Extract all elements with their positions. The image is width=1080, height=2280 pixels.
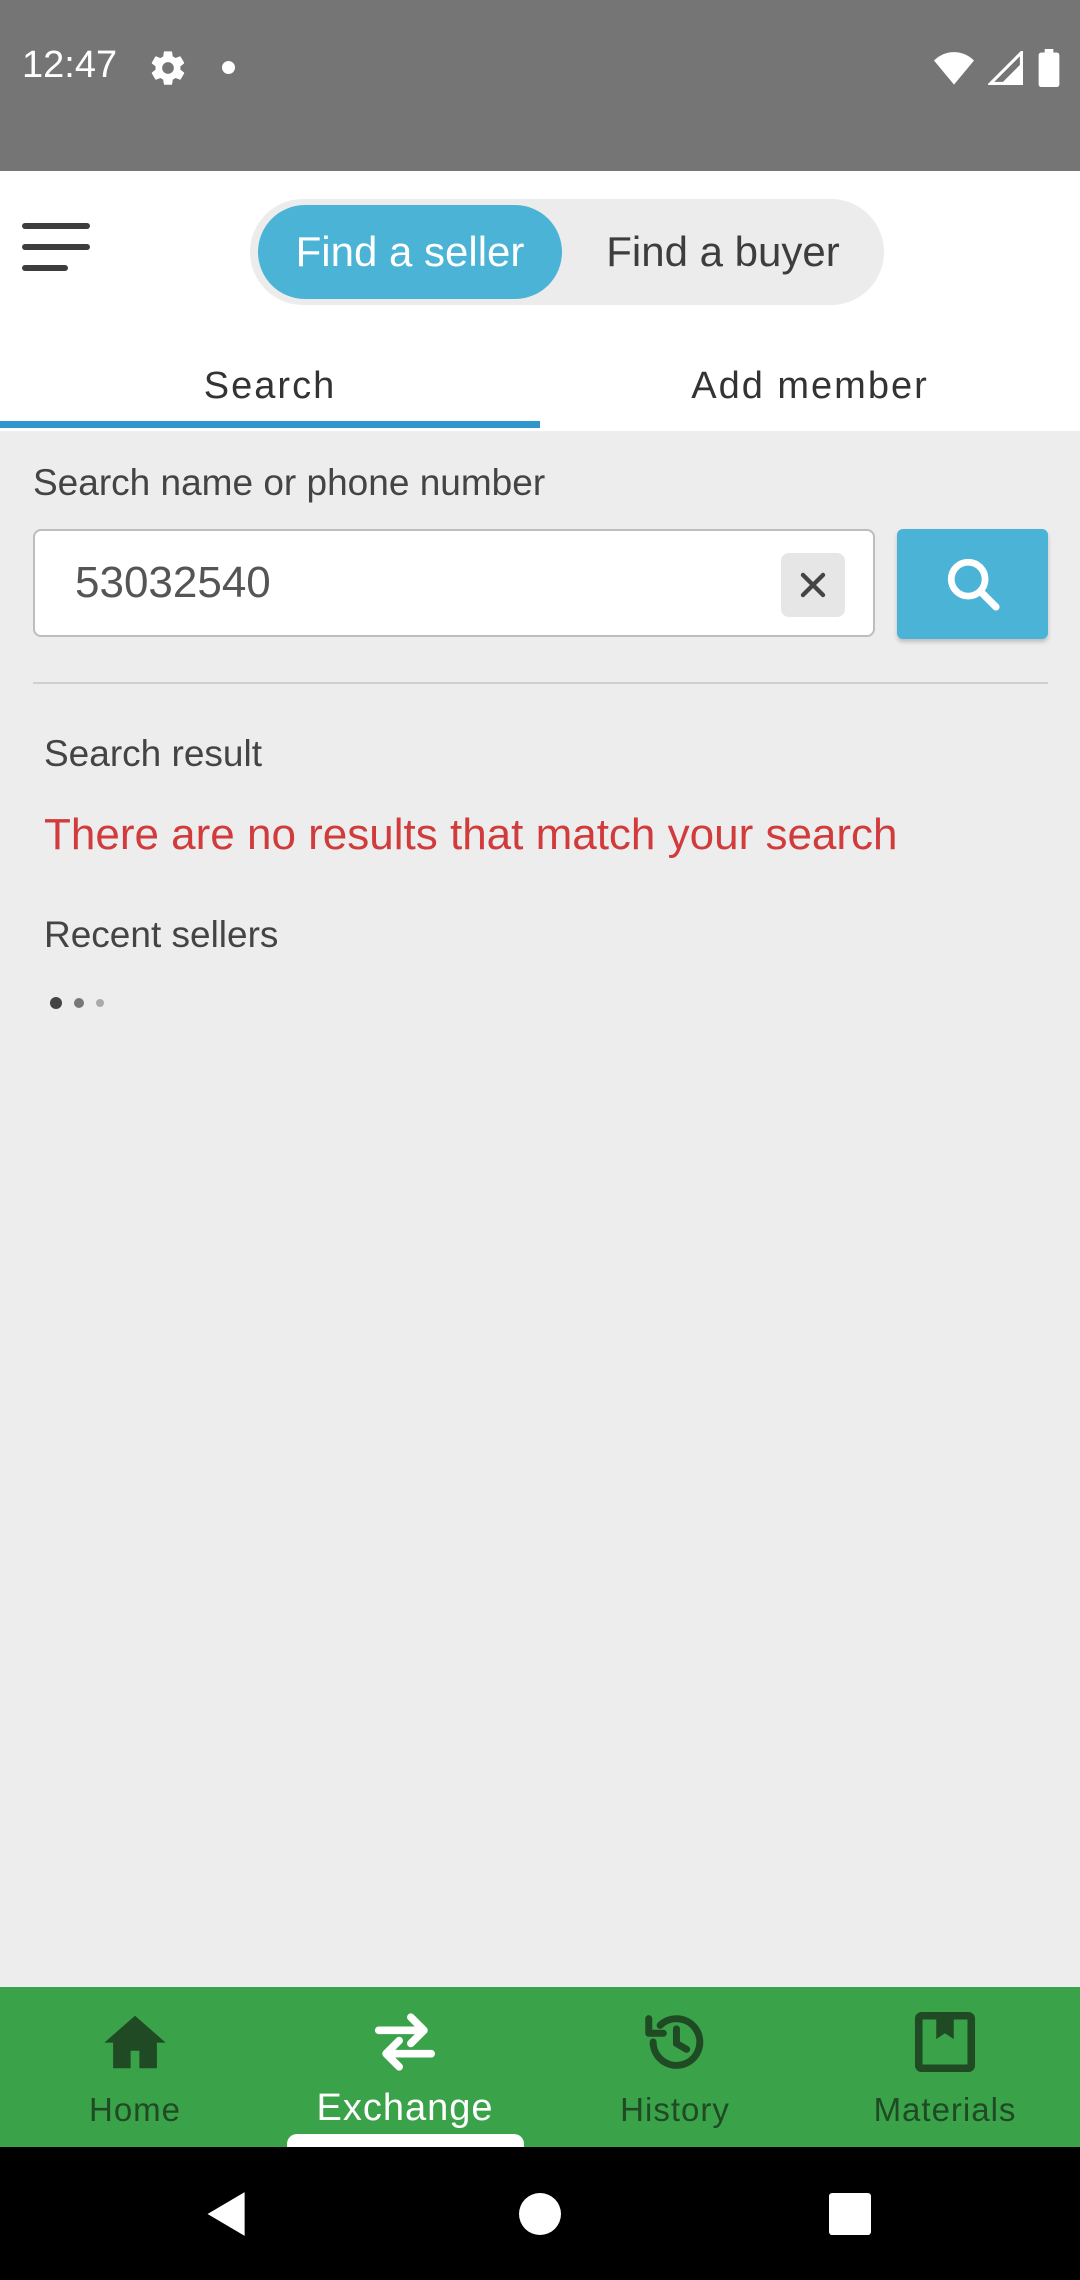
home-icon (104, 2015, 166, 2069)
nav-item-history[interactable]: History (540, 1987, 810, 2147)
nav-item-home[interactable]: Home (0, 1987, 270, 2147)
tab-bar: Search Add member (0, 342, 1080, 431)
hamburger-menu-icon[interactable] (22, 223, 92, 279)
seller-buyer-toggle: Find a seller Find a buyer (250, 199, 884, 305)
find-seller-button[interactable]: Find a seller (258, 205, 562, 299)
recent-sellers-heading: Recent sellers (44, 914, 279, 955)
materials-icon (914, 2011, 976, 2073)
search-button[interactable] (897, 529, 1048, 639)
status-bar: 12:47 (0, 0, 1080, 171)
back-icon (207, 2191, 245, 2236)
home-button[interactable] (495, 2147, 585, 2280)
search-input[interactable] (75, 531, 775, 635)
battery-icon (1038, 49, 1060, 87)
status-icons (934, 48, 1060, 88)
history-icon (645, 2015, 704, 2069)
exchange-icon (374, 2013, 436, 2071)
tab-search[interactable]: Search (0, 342, 540, 431)
signal-icon (988, 51, 1023, 85)
find-buyer-button[interactable]: Find a buyer (568, 205, 878, 299)
bottom-navigation: Home Exchange History Materials (0, 1987, 1080, 2147)
clear-search-button[interactable] (781, 553, 845, 617)
loading-indicator (50, 997, 104, 1009)
recents-button[interactable] (805, 2147, 895, 2280)
wifi-icon (934, 52, 974, 85)
nav-item-exchange[interactable]: Exchange (270, 1987, 540, 2147)
tab-add-member[interactable]: Add member (540, 342, 1080, 431)
app-header: Find a seller Find a buyer Search Add me… (0, 171, 1080, 431)
nav-label-history: History (620, 2091, 730, 2128)
search-result-heading: Search result (44, 733, 262, 774)
no-results-message: There are no results that match your sea… (44, 810, 898, 859)
notification-dot-icon (222, 61, 235, 74)
back-button[interactable] (180, 2147, 270, 2280)
active-tab-indicator (0, 421, 540, 428)
gear-icon (151, 51, 185, 85)
status-time: 12:47 (22, 44, 118, 86)
system-navigation-bar (0, 2147, 1080, 2280)
divider (33, 682, 1048, 684)
nav-label-home: Home (88, 2091, 182, 2128)
search-label: Search name or phone number (33, 462, 546, 503)
close-icon (800, 572, 826, 598)
recents-icon (829, 2192, 871, 2235)
search-field (33, 529, 875, 637)
nav-label-exchange: Exchange (316, 2087, 494, 2129)
nav-item-materials[interactable]: Materials (810, 1987, 1080, 2147)
home-circle-icon (519, 2192, 561, 2235)
search-icon (947, 558, 1000, 611)
nav-label-materials: Materials (873, 2091, 1017, 2128)
